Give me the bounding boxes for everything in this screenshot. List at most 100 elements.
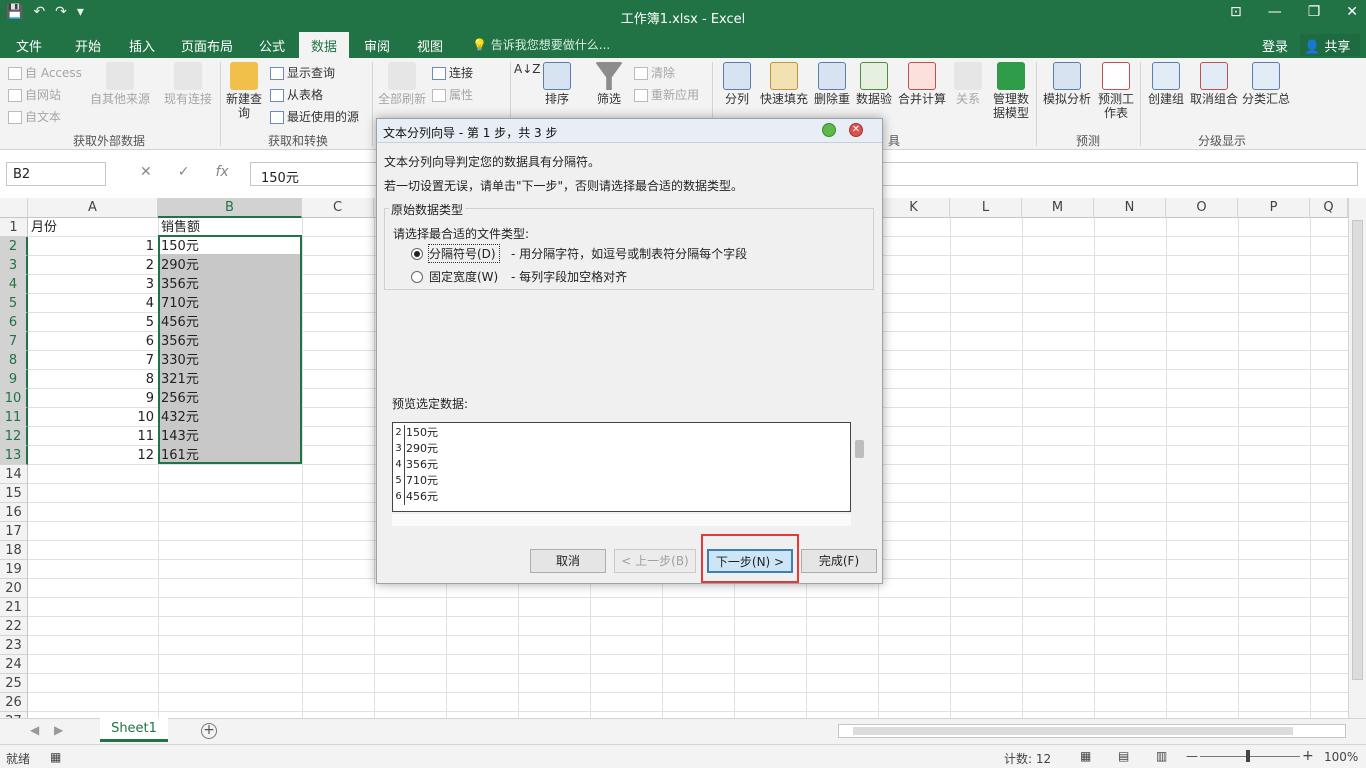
column-header-b[interactable]: B	[158, 198, 302, 218]
sort-button[interactable]: 排序	[540, 62, 574, 106]
cell-sales[interactable]: 710元	[160, 294, 301, 313]
cell-month[interactable]: 8	[30, 370, 156, 389]
column-header-a[interactable]: A	[28, 198, 158, 218]
cancel-button[interactable]: 取消	[530, 549, 606, 573]
show-queries-button[interactable]: 显示查询	[270, 64, 335, 81]
row-header[interactable]: 2	[0, 237, 28, 256]
column-header-c[interactable]: C	[302, 198, 374, 218]
from-access-button[interactable]: 自 Access	[8, 64, 82, 81]
cell-month[interactable]: 5	[30, 313, 156, 332]
cell-month[interactable]: 3	[30, 275, 156, 294]
cell-b1[interactable]: 销售额	[161, 218, 200, 237]
radio-delimited-dot[interactable]	[411, 247, 423, 260]
close-icon[interactable]: ✕	[1346, 4, 1358, 20]
row-header[interactable]: 7	[0, 332, 28, 351]
scroll-thumb[interactable]	[1352, 220, 1363, 680]
row-header[interactable]: 21	[0, 598, 28, 617]
zoom-level[interactable]: 100%	[1324, 750, 1358, 764]
finish-button[interactable]: 完成(F)	[801, 549, 877, 573]
filter-button[interactable]: 筛选	[590, 62, 628, 106]
tab-page-layout[interactable]: 页面布局	[181, 36, 233, 55]
column-header-l[interactable]: L	[950, 198, 1022, 218]
cell-sales[interactable]: 161元	[160, 446, 301, 465]
cell-sales[interactable]: 290元	[160, 256, 301, 275]
vertical-scrollbar[interactable]	[1348, 198, 1366, 718]
row-header[interactable]: 5	[0, 294, 28, 313]
properties-button[interactable]: 属性	[432, 86, 473, 103]
remove-duplicates-button[interactable]: 删除重复项	[814, 62, 850, 106]
row-header[interactable]: 22	[0, 617, 28, 636]
cell-sales[interactable]: 456元	[160, 313, 301, 332]
sign-in-link[interactable]: 登录	[1262, 36, 1288, 55]
tab-formulas[interactable]: 公式	[259, 36, 285, 55]
subtotal-button[interactable]: 分类汇总	[1240, 62, 1292, 106]
row-header[interactable]: 11	[0, 408, 28, 427]
row-header[interactable]: 26	[0, 693, 28, 712]
name-box[interactable]: B2	[6, 162, 106, 186]
cell-sales[interactable]: 321元	[160, 370, 301, 389]
zoom-knob[interactable]	[1246, 750, 1250, 762]
scroll-thumb[interactable]	[855, 440, 864, 458]
cell-sales[interactable]: 143元	[160, 427, 301, 446]
cell-month[interactable]: 2	[30, 256, 156, 275]
radio-fixed-width[interactable]: 固定宽度(W) - 每列字段加空格对齐	[411, 268, 627, 285]
row-header[interactable]: 20	[0, 579, 28, 598]
tab-file[interactable]: 文件	[16, 36, 42, 55]
row-header[interactable]: 16	[0, 503, 28, 522]
row-header[interactable]: 17	[0, 522, 28, 541]
cell-month[interactable]: 10	[30, 408, 156, 427]
row-header[interactable]: 24	[0, 655, 28, 674]
zoom-out-icon[interactable]: —	[1186, 749, 1198, 763]
cell-month[interactable]: 1	[30, 237, 156, 256]
tab-view[interactable]: 视图	[417, 36, 443, 55]
forecast-sheet-button[interactable]: 预测工作表	[1096, 62, 1136, 120]
insert-function-icon[interactable]: fx	[215, 164, 228, 180]
enter-icon[interactable]: ✓	[178, 164, 190, 180]
add-sheet-icon[interactable]: +	[201, 723, 217, 739]
row-header[interactable]: 8	[0, 351, 28, 370]
sheet-tab-sheet1[interactable]: Sheet1	[100, 718, 168, 742]
cell-sales[interactable]: 330元	[160, 351, 301, 370]
row-header[interactable]: 4	[0, 275, 28, 294]
cancel-icon[interactable]: ✕	[140, 164, 152, 180]
cell-sales[interactable]: 356元	[160, 275, 301, 294]
ungroup-button[interactable]: 取消组合	[1188, 62, 1240, 106]
page-layout-view-icon[interactable]: ▤	[1118, 749, 1129, 763]
flash-fill-button[interactable]: 快速填充	[758, 62, 810, 106]
manage-data-model-button[interactable]: 管理数据模型	[990, 62, 1032, 120]
radio-fixed-width-dot[interactable]	[411, 270, 423, 283]
data-preview[interactable]: 2 150元 3 290元 4 356元 5 710元 6 456元	[392, 422, 851, 512]
tab-home[interactable]: 开始	[75, 36, 101, 55]
relationships-button[interactable]: 关系	[952, 62, 984, 106]
refresh-all-button[interactable]: 全部刷新	[376, 62, 428, 106]
next-sheet-icon[interactable]: ▶	[54, 723, 63, 737]
row-header[interactable]: 23	[0, 636, 28, 655]
sort-az-button[interactable]: A↓Z	[514, 62, 540, 76]
select-all-corner[interactable]	[0, 198, 28, 218]
cell-month[interactable]: 9	[30, 389, 156, 408]
radio-fixed-width-label[interactable]: 固定宽度(W)	[429, 268, 499, 285]
row-header[interactable]: 3	[0, 256, 28, 275]
new-query-button[interactable]: 新建查询	[224, 62, 264, 120]
cell-sales[interactable]: 256元	[160, 389, 301, 408]
cell-sales[interactable]: 356元	[160, 332, 301, 351]
from-web-button[interactable]: 自网站	[8, 86, 61, 103]
radio-delimited-label[interactable]: 分隔符号(D)	[428, 244, 500, 263]
row-header[interactable]: 18	[0, 541, 28, 560]
recent-sources-button[interactable]: 最近使用的源	[270, 108, 359, 125]
row-header[interactable]: 15	[0, 484, 28, 503]
column-header-p[interactable]: P	[1238, 198, 1310, 218]
tell-me-search[interactable]: 💡 告诉我您想要做什么...	[472, 36, 610, 53]
preview-horizontal-scrollbar[interactable]	[392, 514, 851, 526]
column-header-n[interactable]: N	[1094, 198, 1166, 218]
scroll-thumb[interactable]	[853, 727, 1293, 735]
cell-month[interactable]: 6	[30, 332, 156, 351]
dialog-close-icon[interactable]: ✕	[849, 123, 863, 137]
group-button[interactable]: 创建组	[1144, 62, 1188, 106]
cell-month[interactable]: 11	[30, 427, 156, 446]
normal-view-icon[interactable]: ▦	[1080, 749, 1091, 763]
cell-month[interactable]: 4	[30, 294, 156, 313]
preview-vertical-scrollbar[interactable]	[853, 422, 867, 512]
tab-review[interactable]: 审阅	[364, 36, 390, 55]
from-text-button[interactable]: 自文本	[8, 108, 61, 125]
